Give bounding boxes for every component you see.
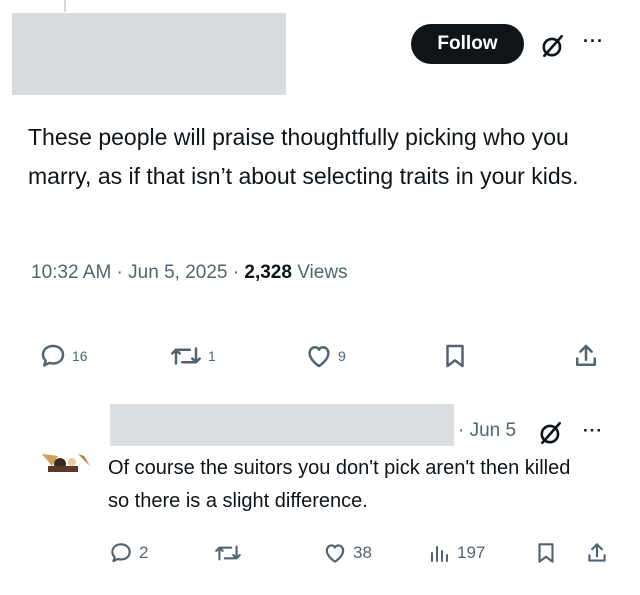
reply-reply-action[interactable]: 2 [108,540,148,566]
views-count: 2,328 [244,262,292,283]
reply-header: · Jun 5 [458,420,517,441]
reply-action[interactable]: 16 [38,341,88,371]
thread-line [64,0,66,12]
bookmark-icon[interactable] [533,540,559,566]
like-action[interactable]: 9 [304,341,346,371]
avatar[interactable] [38,452,94,474]
reply-text: Of course the suitors you don't pick are… [108,457,571,512]
redacted-author-area [12,13,286,95]
reply-like-count: 38 [353,543,372,562]
follow-button[interactable]: Follow [411,24,524,64]
reply-views-action[interactable]: 197 [428,540,485,566]
grok-icon[interactable] [538,420,564,446]
like-icon [325,544,345,563]
views-icon [431,546,448,562]
retweet-icon[interactable] [213,540,243,566]
tweet-time[interactable]: 10:32 AM [31,262,111,283]
retweet-icon [171,347,201,365]
bookmark-icon[interactable] [440,341,470,371]
reply-reply-count: 2 [139,543,149,562]
redacted-reply-author [110,404,454,446]
retweet-action[interactable]: 1 [168,341,216,371]
reply-icon [111,543,131,563]
share-icon[interactable] [571,341,601,371]
reply-date[interactable]: Jun 5 [470,420,516,441]
tweet-meta: 10:32 AM · Jun 5, 2025 · 2,328 Views [31,262,348,283]
reply-count: 16 [72,348,88,364]
tweet-text: These people will praise thoughtfully pi… [28,124,579,189]
more-icon[interactable]: ··· [583,421,603,441]
reply-like-action[interactable]: 38 [322,540,372,566]
retweet-count: 1 [208,348,216,364]
tweet-date[interactable]: Jun 5, 2025 [128,262,227,283]
reply-icon [41,344,65,367]
like-count: 9 [338,348,346,364]
share-icon[interactable] [584,540,610,566]
more-icon[interactable]: ··· [583,31,604,52]
grok-icon[interactable] [540,33,566,59]
reply-views-count: 197 [457,543,486,562]
views-label: Views [297,262,348,283]
like-icon [308,346,330,368]
